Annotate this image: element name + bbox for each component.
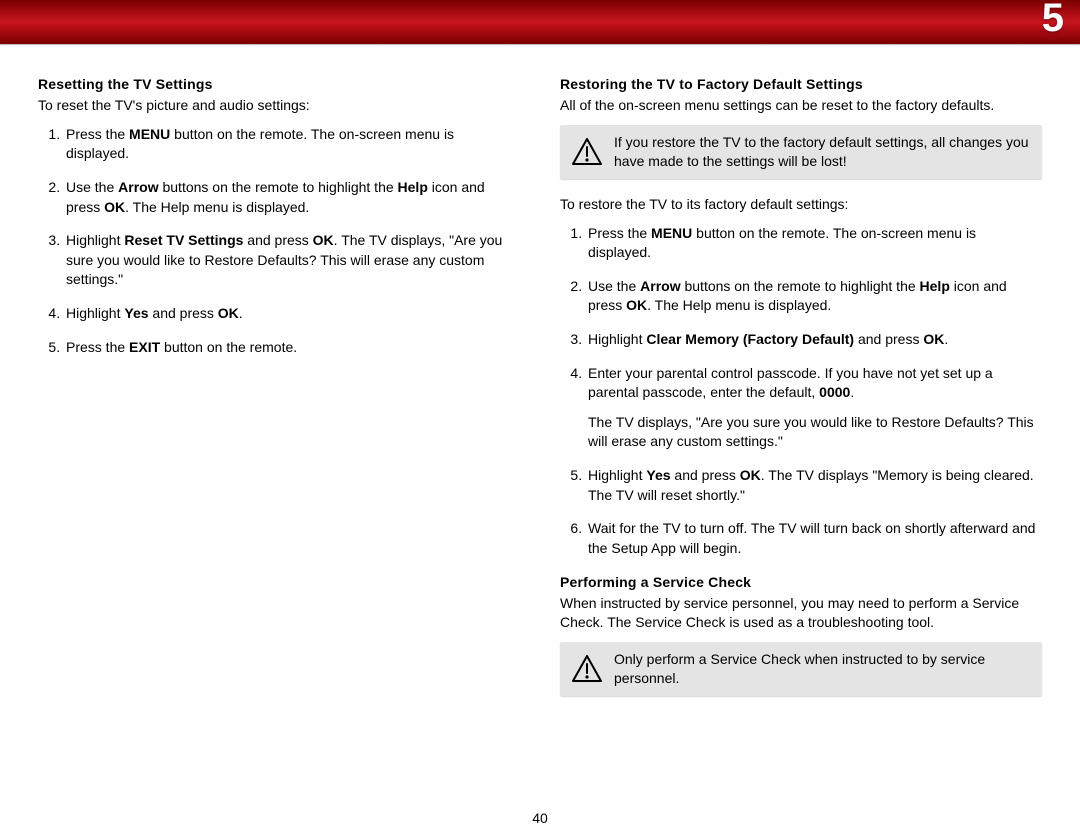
warning-text: If you restore the TV to the factory def… bbox=[614, 133, 1030, 171]
service-check-heading: Performing a Service Check bbox=[560, 574, 1042, 590]
warning-box-service: Only perform a Service Check when instru… bbox=[560, 642, 1042, 696]
factory-default-intro2: To restore the TV to its factory default… bbox=[560, 195, 1042, 214]
service-check-intro: When instructed by service personnel, yo… bbox=[560, 594, 1042, 632]
list-item: Highlight Reset TV Settings and press OK… bbox=[64, 231, 520, 290]
list-item: Highlight Yes and press OK. The TV displ… bbox=[586, 466, 1042, 505]
factory-default-steps: Press the MENU button on the remote. The… bbox=[560, 224, 1042, 559]
factory-default-intro: All of the on-screen menu settings can b… bbox=[560, 96, 1042, 115]
list-item: Use the Arrow buttons on the remote to h… bbox=[586, 277, 1042, 316]
content-columns: Resetting the TV Settings To reset the T… bbox=[0, 44, 1080, 712]
list-item: Highlight Yes and press OK. bbox=[64, 304, 520, 324]
chapter-header: 5 bbox=[0, 0, 1080, 44]
list-item: Enter your parental control passcode. If… bbox=[586, 364, 1042, 452]
reset-settings-intro: To reset the TV's picture and audio sett… bbox=[38, 96, 520, 115]
reset-settings-heading: Resetting the TV Settings bbox=[38, 76, 520, 92]
left-column: Resetting the TV Settings To reset the T… bbox=[38, 76, 520, 712]
list-item: Wait for the TV to turn off. The TV will… bbox=[586, 519, 1042, 558]
warning-box-restore: If you restore the TV to the factory def… bbox=[560, 125, 1042, 179]
list-item: Use the Arrow buttons on the remote to h… bbox=[64, 178, 520, 217]
list-item: Press the EXIT button on the remote. bbox=[64, 338, 520, 358]
chapter-number: 5 bbox=[1042, 0, 1064, 41]
reset-steps-list: Press the MENU button on the remote. The… bbox=[38, 125, 520, 357]
warning-text: Only perform a Service Check when instru… bbox=[614, 650, 1030, 688]
list-item: Press the MENU button on the remote. The… bbox=[64, 125, 520, 164]
right-column: Restoring the TV to Factory Default Sett… bbox=[560, 76, 1042, 712]
warning-icon bbox=[572, 655, 602, 683]
factory-default-heading: Restoring the TV to Factory Default Sett… bbox=[560, 76, 1042, 92]
warning-icon bbox=[572, 138, 602, 166]
list-item: Highlight Clear Memory (Factory Default)… bbox=[586, 330, 1042, 350]
page-number: 40 bbox=[0, 810, 1080, 826]
list-item: Press the MENU button on the remote. The… bbox=[586, 224, 1042, 263]
